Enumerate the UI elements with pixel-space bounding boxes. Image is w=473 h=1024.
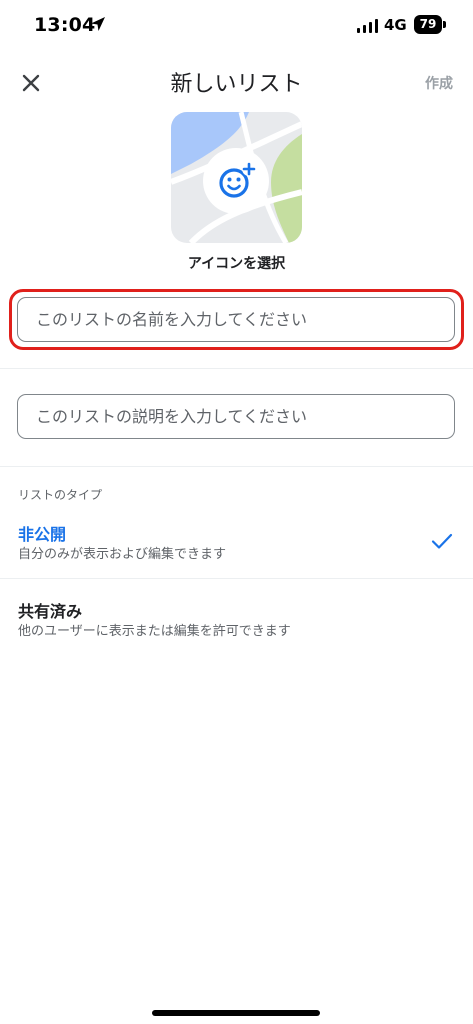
home-indicator <box>152 1010 320 1016</box>
list-name-input[interactable]: このリストの名前を入力してください <box>17 297 455 342</box>
battery-icon: 79 <box>414 15 442 34</box>
check-icon <box>431 533 453 549</box>
list-type-option-private[interactable]: 非公開 自分のみが表示および編集できます <box>0 515 473 577</box>
option-subtitle: 他のユーザーに表示または編集を許可できます <box>18 624 291 639</box>
icon-picker-label[interactable]: アイコンを選択 <box>0 253 473 273</box>
battery-cap <box>443 21 446 28</box>
location-arrow-icon <box>91 17 105 31</box>
network-type: 4G <box>384 16 407 34</box>
list-icon-picker[interactable] <box>171 112 302 243</box>
signal-icon <box>357 19 378 33</box>
divider <box>0 368 473 369</box>
create-button[interactable]: 作成 <box>425 73 453 93</box>
new-list-screen: 13:04 4G 79 新しいリスト 作成 アイコンを選択 このリストの名前を入… <box>0 0 473 1024</box>
list-type-section-label: リストのタイプ <box>18 488 103 502</box>
status-bar: 13:04 4G 79 <box>0 0 473 52</box>
map-thumbnail <box>171 112 302 243</box>
list-type-option-shared[interactable]: 共有済み 他のユーザーに表示または編集を許可できます <box>0 590 473 650</box>
divider <box>0 466 473 467</box>
status-time: 13:04 <box>34 14 96 36</box>
option-title: 共有済み <box>18 602 83 621</box>
option-subtitle: 自分のみが表示および編集できます <box>18 547 227 562</box>
option-title: 非公開 <box>18 525 67 544</box>
divider <box>0 578 473 579</box>
list-description-input[interactable]: このリストの説明を入力してください <box>17 394 455 439</box>
page-title: 新しいリスト <box>170 72 303 97</box>
